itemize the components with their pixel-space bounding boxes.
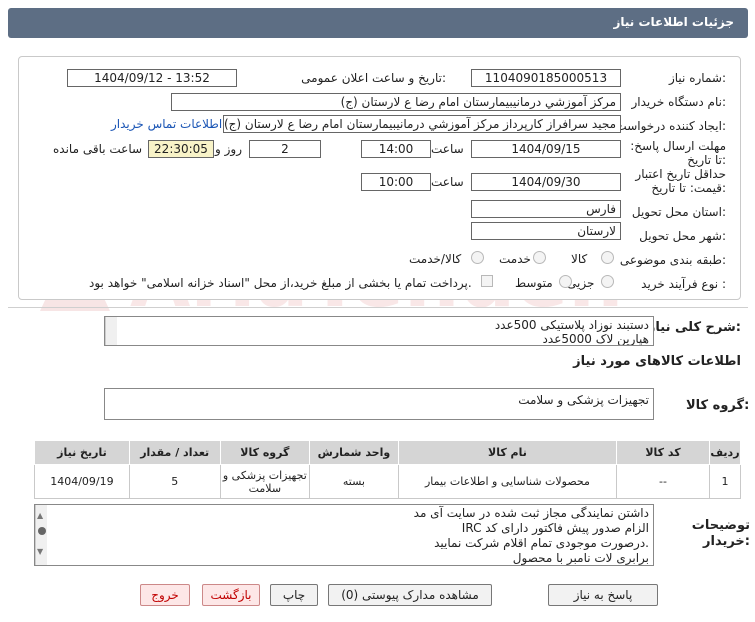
title-bar: جزئیات اطلاعات نیاز [8, 8, 748, 38]
validity-label: حداقل تاریخ اعتبار قیمت: تا تاریخ: [635, 167, 726, 195]
deadline-time-label: ساعت [431, 142, 464, 156]
process-radio-medium[interactable] [559, 275, 572, 288]
summary-line-2: هپارین لاک 5000عدد [542, 332, 649, 346]
scroll-up-icon[interactable]: ▲ [37, 511, 43, 520]
announce-label: تاریخ و ساعت اعلان عمومی: [301, 71, 446, 85]
note-line-4: برابری لات نامبر با محصول [512, 551, 649, 565]
summary-textarea[interactable]: دستبند نوزاد پلاستیکی 500عدد هپارین لاک … [104, 316, 654, 346]
category-radio-goods[interactable] [601, 251, 614, 264]
summary-scrollbar[interactable] [105, 317, 117, 345]
need-number-field: 1104090185000513 [471, 69, 621, 87]
need-number-label: شماره نیاز: [668, 71, 726, 85]
validity-time-label: ساعت [431, 175, 464, 189]
col-code: کد کالا [616, 440, 710, 465]
details-panel: شماره نیاز: 1104090185000513 تاریخ و ساع… [18, 56, 741, 300]
summary-line-1: دستبند نوزاد پلاستیکی 500عدد [494, 318, 649, 332]
category-option-both: کالا/خدمت [409, 252, 462, 266]
category-label: طبقه بندی موضوعی: [619, 253, 726, 267]
deadline-label: مهلت ارسال پاسخ: تا تاریخ: [630, 139, 726, 167]
validity-time-field: 10:00 [361, 173, 431, 191]
view-attachments-button[interactable]: مشاهده مدارک پیوستی (0) [328, 584, 492, 606]
announce-field: 1404/09/12 - 13:52 [67, 69, 237, 87]
col-group: گروه کالا [219, 440, 311, 465]
category-radio-both[interactable] [471, 251, 484, 264]
buyer-org-field: مرکز آموزشي درمانیبیمارستان امام رضا ع ل… [171, 93, 621, 111]
requester-field: مجید سرافراز کارپرداز مرکز آموزشي درمانی… [223, 115, 621, 133]
items-table: ردیف کد کالا نام کالا واحد شمارش گروه کا… [34, 440, 742, 499]
scroll-thumb-icon[interactable] [38, 527, 46, 535]
back-button[interactable]: بازگشت [202, 584, 260, 606]
buyer-notes-textarea[interactable]: داشتن نمایندگی مجاز ثبت شده در سایت آی م… [34, 504, 654, 566]
time-remaining-field: 22:30:05 [148, 140, 214, 158]
notes-scrollbar[interactable]: ▲ ▼ [35, 505, 47, 565]
cell-unit: بسته [309, 464, 399, 499]
city-label: شهر محل تحویل: [639, 229, 726, 243]
cell-date: 1404/09/19 [34, 464, 130, 499]
category-option-service: خدمت [499, 252, 531, 266]
goods-group-label: گروه کالا: [686, 398, 750, 413]
cell-row: 1 [708, 464, 742, 499]
process-label: نوع فرآیند خرید : [641, 277, 726, 291]
buyer-contact-link[interactable]: اطلاعات تماس خریدار [111, 117, 222, 131]
goods-group-value: تجهیزات پزشکی و سلامت [518, 393, 649, 407]
col-unit: واحد شمارش [309, 440, 399, 465]
col-quantity: تعداد / مقدار [128, 440, 221, 465]
col-name: نام کالا [397, 440, 618, 465]
time-remaining-label: ساعت باقی مانده [53, 142, 143, 156]
items-table-header: ردیف کد کالا نام کالا واحد شمارش گروه کا… [34, 440, 742, 465]
cell-name: محصولات شناسایی و اطلاعات بیمار [397, 464, 618, 499]
col-row: ردیف [708, 440, 742, 465]
province-field: فارس [471, 200, 621, 218]
category-option-goods: کالا [571, 252, 588, 266]
scroll-down-icon[interactable]: ▼ [37, 547, 43, 556]
col-date: تاریخ نیاز [34, 440, 130, 465]
buyer-org-label: نام دستگاه خریدار: [631, 95, 727, 109]
city-field: لارستان [471, 222, 621, 240]
treasury-payment-checkbox[interactable] [481, 275, 493, 287]
window-title: جزئیات اطلاعات نیاز [613, 15, 734, 29]
note-line-2: الزام صدور پیش فاکتور دارای کد IRC [461, 521, 649, 535]
cell-group: تجهیزات پزشکی و سلامت [219, 464, 311, 499]
summary-label: شرح کلی نیاز: [647, 320, 741, 335]
treasury-payment-note: پرداخت تمام یا بخشی از مبلغ خرید،از محل … [89, 276, 472, 290]
validity-date-field: 1404/09/30 [471, 173, 621, 191]
days-remaining-field: 2 [249, 140, 321, 158]
print-button[interactable]: چاپ [270, 584, 318, 606]
buyer-notes-label: توضیحات خریدار: [691, 518, 750, 549]
note-line-1: داشتن نمایندگی مجاز ثبت شده در سایت آی م… [413, 506, 649, 520]
note-line-3: .درصورت موجودی تمام اقلام شرکت نمایید [434, 536, 649, 550]
deadline-time-field: 14:00 [361, 140, 431, 158]
cell-code: -- [616, 464, 710, 499]
goods-group-field: تجهیزات پزشکی و سلامت [104, 388, 654, 420]
category-radio-service[interactable] [533, 251, 546, 264]
province-label: استان محل تحویل: [631, 205, 726, 219]
divider [8, 307, 748, 308]
process-radio-minor[interactable] [601, 275, 614, 288]
reply-button[interactable]: پاسخ به نیاز [548, 584, 658, 606]
cell-quantity: 5 [128, 464, 221, 499]
need-details-window: جزئیات اطلاعات نیاز AriaTender.net شماره… [0, 0, 755, 622]
days-label: روز و [215, 142, 242, 156]
goods-info-heading: اطلاعات کالاهای مورد نیاز [573, 354, 741, 369]
table-row[interactable]: 1 -- محصولات شناسایی و اطلاعات بیمار بست… [34, 464, 742, 499]
deadline-date-field: 1404/09/15 [471, 140, 621, 158]
process-option-medium: متوسط [515, 276, 553, 290]
requester-label: ایجاد کننده درخواست: [615, 119, 726, 133]
exit-button[interactable]: خروج [140, 584, 190, 606]
